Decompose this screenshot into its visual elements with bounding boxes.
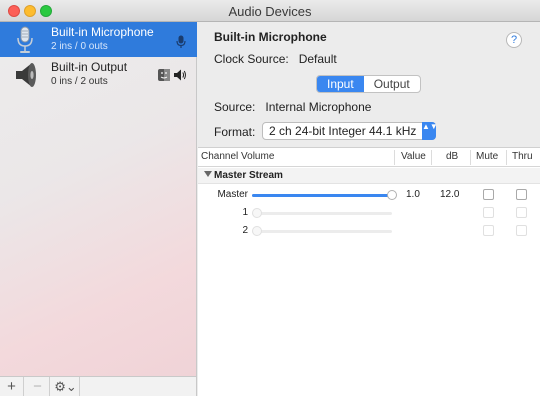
- device-io-count: 0 ins / 2 outs: [51, 76, 108, 87]
- source-label: Source: Internal Microphone: [214, 100, 372, 114]
- input-output-segmented-control: Input Output: [316, 75, 421, 93]
- remove-device-button[interactable]: −: [26, 377, 50, 396]
- format-select[interactable]: 2 ch 24-bit Integer 44.1 kHz ▲▼: [262, 122, 438, 140]
- device-title: Built-in Microphone: [214, 30, 327, 44]
- tab-output[interactable]: Output: [364, 76, 420, 92]
- volume-slider[interactable]: [252, 190, 397, 200]
- clock-source: Clock Source: Default: [214, 52, 337, 66]
- slider-knob[interactable]: [387, 190, 397, 200]
- thru-checkbox[interactable]: [516, 189, 527, 200]
- speaker-icon: [174, 69, 186, 81]
- channel-label: 1: [242, 207, 248, 218]
- device-name: Built-in Microphone: [51, 25, 154, 39]
- thru-checkbox[interactable]: [516, 207, 527, 218]
- channel-value: 1.0: [406, 189, 420, 200]
- device-item-built-in-microphone[interactable]: Built-in Microphone 2 ins / 0 outs: [0, 22, 197, 57]
- mute-checkbox[interactable]: [483, 225, 494, 236]
- column-header-value[interactable]: Value: [401, 151, 426, 162]
- mute-checkbox[interactable]: [483, 189, 494, 200]
- device-list: Built-in Microphone 2 ins / 0 outs Built…: [0, 22, 197, 376]
- channel-label: Master: [217, 189, 248, 200]
- gear-menu-button[interactable]: ⚙︎⌄: [52, 377, 80, 396]
- column-header-db[interactable]: dB: [446, 151, 458, 162]
- speaker-device-icon: [16, 63, 36, 87]
- table-header: Channel Volume Value dB Mute Thru: [198, 148, 540, 167]
- table-row: 1: [198, 204, 540, 222]
- device-io-count: 2 ins / 0 outs: [51, 41, 108, 52]
- channel-volume-table: Channel Volume Value dB Mute Thru Master…: [198, 147, 540, 396]
- group-title: Master Stream: [214, 170, 283, 181]
- microphone-device-icon: [17, 26, 33, 53]
- thru-checkbox[interactable]: [516, 225, 527, 236]
- slider-knob[interactable]: [252, 208, 262, 218]
- channel-label: 2: [242, 225, 248, 236]
- add-device-button[interactable]: +: [0, 377, 24, 396]
- column-header-mute[interactable]: Mute: [476, 151, 498, 162]
- format-label: Format:: [214, 125, 256, 139]
- slider-knob[interactable]: [252, 226, 262, 236]
- volume-slider[interactable]: [252, 226, 392, 236]
- column-header-channel-volume[interactable]: Channel Volume: [201, 151, 274, 162]
- table-row: 2: [198, 222, 540, 240]
- volume-slider[interactable]: [252, 208, 392, 218]
- tab-input[interactable]: Input: [317, 76, 364, 92]
- sidebar-toolbar: + − ⚙︎⌄: [0, 376, 197, 396]
- format-value: 2 ch 24-bit Integer 44.1 kHz: [269, 124, 417, 138]
- mute-checkbox[interactable]: [483, 207, 494, 218]
- master-stream-group[interactable]: Master Stream: [198, 168, 540, 184]
- chevron-updown-icon: ▲▼: [422, 122, 438, 140]
- finder-icon: [158, 69, 170, 81]
- device-item-built-in-output[interactable]: Built-in Output 0 ins / 2 outs: [0, 57, 197, 92]
- device-detail-pane: Built-in Microphone ? Clock Source: Defa…: [198, 22, 540, 396]
- column-header-thru[interactable]: Thru: [512, 151, 533, 162]
- microphone-icon: [176, 35, 186, 48]
- channel-db: 12.0: [440, 189, 460, 200]
- help-button[interactable]: ?: [506, 32, 522, 48]
- device-name: Built-in Output: [51, 60, 128, 74]
- title-bar: Audio Devices: [0, 0, 540, 22]
- window-title: Audio Devices: [228, 4, 312, 19]
- disclosure-triangle-icon[interactable]: [204, 171, 212, 177]
- table-row: Master 1.0 12.0: [198, 186, 540, 204]
